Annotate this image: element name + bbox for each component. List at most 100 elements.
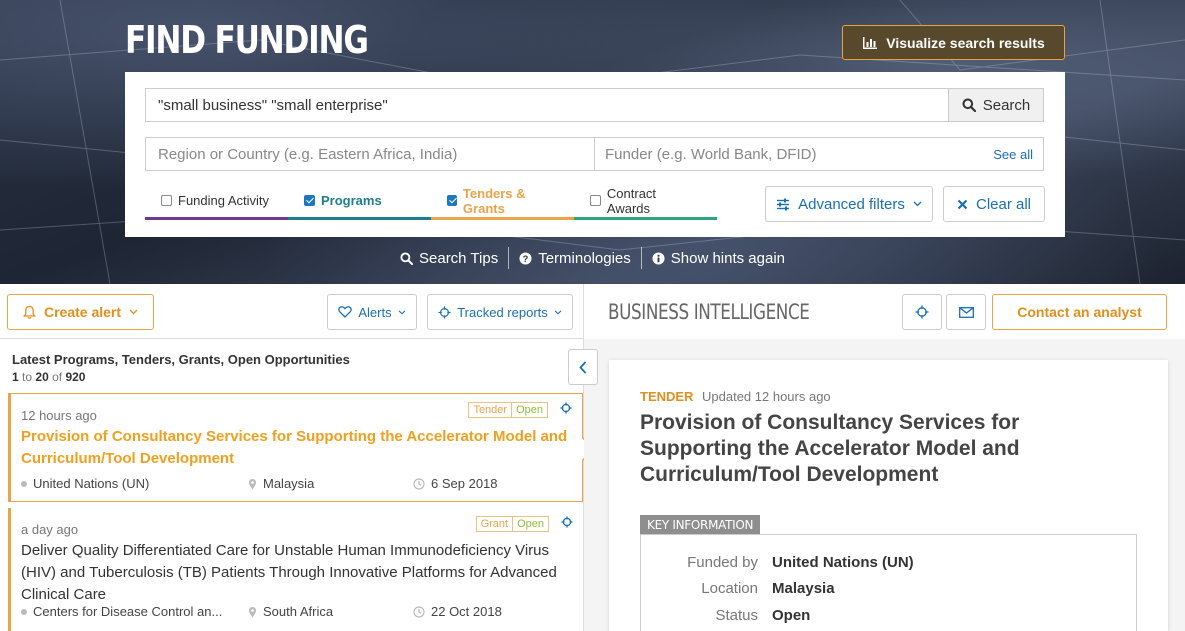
- clock-icon: [413, 477, 425, 490]
- search-icon: [400, 251, 413, 265]
- search-tips-link[interactable]: Search Tips: [400, 250, 508, 267]
- funder-input[interactable]: Funder (e.g. World Bank, DFID) See all: [594, 137, 1044, 171]
- key-label: Status: [715, 607, 758, 624]
- tab-tenders-grants[interactable]: Tenders & Grants: [431, 185, 574, 220]
- item-funder: Centers for Disease Control an...: [21, 604, 248, 619]
- bar-chart-icon: [863, 36, 878, 49]
- programs-checkbox[interactable]: [304, 195, 315, 206]
- contract-awards-checkbox[interactable]: [590, 195, 601, 206]
- search-query-text: "small business" "small enterprise": [158, 96, 388, 114]
- detail-type: TENDER: [640, 389, 694, 404]
- tab-contract-awards[interactable]: Contract Awards: [574, 185, 717, 220]
- item-title[interactable]: Provision of Consultancy Services for Su…: [21, 426, 576, 470]
- region-input[interactable]: Region or Country (e.g. Eastern Africa, …: [145, 137, 595, 171]
- crosshair-icon: [438, 305, 451, 319]
- map-pin-icon: [249, 606, 256, 617]
- range-end: 20: [35, 370, 49, 384]
- visualize-results-button[interactable]: Visualize search results: [842, 25, 1065, 60]
- info-icon: [652, 251, 665, 265]
- open-badge: Open: [512, 517, 548, 531]
- search-panel: "small business" "small enterprise" Sear…: [125, 72, 1065, 237]
- range-total: 920: [65, 370, 86, 384]
- list-item[interactable]: a day ago Grant Open Deliver Quality Dif…: [8, 508, 583, 631]
- key-label: Funded by: [687, 554, 758, 571]
- detail-title: Provision of Consultancy Services for Su…: [640, 411, 1020, 486]
- type-badge: Tender: [473, 404, 508, 416]
- item-time: a day ago: [21, 522, 79, 537]
- dot-icon: [21, 608, 27, 615]
- visualize-label: Visualize search results: [886, 34, 1045, 51]
- alerts-label: Alerts: [358, 304, 392, 320]
- contact-analyst-button[interactable]: Contact an analyst: [992, 294, 1167, 330]
- clock-icon: [413, 605, 425, 618]
- tracked-reports-label: Tracked reports: [457, 304, 548, 320]
- tab-programs[interactable]: Programs: [288, 188, 431, 220]
- location-text: South Africa: [263, 604, 334, 619]
- key-value: United Nations (UN): [772, 554, 914, 571]
- tab-label: Tenders & Grants: [462, 185, 526, 216]
- chevron-down-icon: [398, 309, 405, 315]
- business-intelligence-title: BUSINESS INTELLIGENCE: [608, 300, 810, 324]
- open-badge: Open: [511, 403, 547, 417]
- search-icon: [962, 98, 976, 112]
- item-location: South Africa: [248, 604, 413, 619]
- chevron-down-icon: [913, 201, 922, 207]
- crosshair-icon[interactable]: [560, 402, 572, 414]
- list-heading: Latest Programs, Tenders, Grants, Open O…: [12, 352, 350, 367]
- item-location: Malaysia: [248, 476, 413, 491]
- key-row-location: Location Malaysia: [641, 580, 1138, 597]
- detail-updated: Updated 12 hours ago: [702, 389, 831, 404]
- advanced-filters-button[interactable]: Advanced filters: [765, 186, 933, 222]
- collapse-panel-button[interactable]: [568, 349, 598, 385]
- list-item[interactable]: 12 hours ago Tender Open Provision of Co…: [8, 393, 583, 502]
- create-alert-button[interactable]: Create alert: [7, 294, 154, 330]
- crosshair-icon[interactable]: [561, 516, 573, 528]
- region-placeholder: Region or Country (e.g. Eastern Africa, …: [158, 145, 458, 163]
- email-report-button[interactable]: [946, 294, 986, 330]
- see-all-link[interactable]: See all: [993, 147, 1033, 162]
- tracked-reports-button[interactable]: Tracked reports: [427, 294, 573, 330]
- search-input[interactable]: "small business" "small enterprise": [145, 88, 949, 122]
- clear-all-label: Clear all: [975, 195, 1032, 213]
- type-badge: Grant: [480, 518, 509, 530]
- tab-label: Contract Awards: [606, 185, 657, 216]
- clear-all-button[interactable]: Clear all: [943, 186, 1045, 222]
- key-row-funded-by: Funded by United Nations (UN): [641, 554, 1138, 571]
- tab-label: Programs: [321, 193, 382, 208]
- terminologies-link[interactable]: ? Terminologies: [509, 250, 641, 267]
- hero-banner: FIND FUNDING Visualize search results "s…: [0, 0, 1185, 284]
- chevron-down-icon: [554, 309, 562, 315]
- chevron-left-icon: [579, 360, 587, 374]
- map-pin-icon: [249, 478, 256, 489]
- create-alert-label: Create alert: [43, 304, 122, 320]
- item-date: 6 Sep 2018: [413, 476, 498, 491]
- tab-funding-activity[interactable]: Funding Activity: [145, 188, 288, 220]
- type-filter-tabs: Funding Activity Programs Tenders & Gran…: [145, 185, 717, 220]
- dot-icon: [21, 480, 27, 487]
- funder-placeholder: Funder (e.g. World Bank, DFID): [605, 145, 817, 163]
- show-hints-link[interactable]: Show hints again: [642, 250, 795, 267]
- status-badge: Grant Open: [475, 516, 549, 532]
- search-button[interactable]: Search: [948, 88, 1044, 122]
- item-meta: Centers for Disease Control an... South …: [21, 604, 502, 619]
- envelope-icon: [958, 306, 974, 318]
- track-report-button[interactable]: [902, 294, 942, 330]
- item-time: 12 hours ago: [21, 408, 97, 423]
- advanced-filters-label: Advanced filters: [798, 195, 905, 213]
- funding-activity-checkbox[interactable]: [161, 195, 172, 206]
- tenders-grants-checkbox[interactable]: [447, 195, 457, 206]
- key-label: Location: [701, 580, 758, 597]
- result-count: 1 to 20 of 920: [12, 370, 85, 384]
- question-icon: ?: [519, 251, 532, 265]
- chevron-down-icon: [129, 309, 138, 315]
- item-funder: United Nations (UN): [21, 476, 248, 491]
- alerts-button[interactable]: Alerts: [327, 294, 417, 330]
- svg-text:?: ?: [523, 253, 529, 263]
- hint-links: Search Tips ? Terminologies Show hints a…: [400, 247, 795, 269]
- key-information-box: Funded by United Nations (UN) Location M…: [640, 534, 1137, 631]
- item-title[interactable]: Deliver Quality Differentiated Care for …: [21, 540, 576, 606]
- date-text: 22 Oct 2018: [431, 604, 502, 619]
- range-start: 1: [12, 370, 19, 384]
- location-text: Malaysia: [263, 476, 315, 491]
- detail-card: TENDER Updated 12 hours ago Provision of…: [609, 360, 1168, 631]
